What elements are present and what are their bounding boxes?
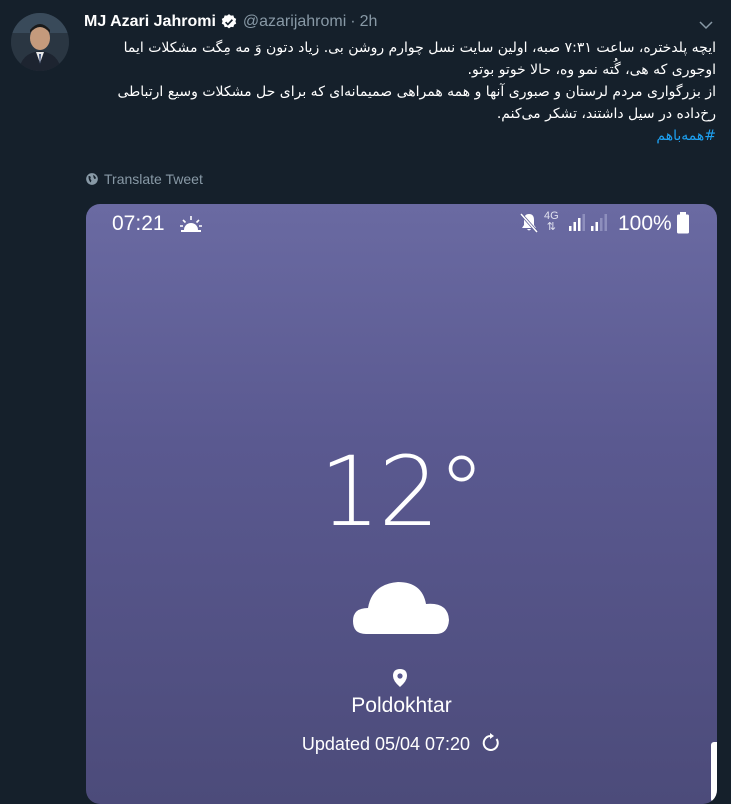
verified-badge-icon [221,14,237,29]
phone-status-time: 07:21 [112,212,165,235]
tweet-text: ایچه پلدختره، ساعت ۷:۳۱ صبه، اولین سایت … [96,37,716,147]
translate-label: Translate Tweet [104,171,203,187]
tweet-header: MJ Azari Jahromi @azarijahromi · 2h [84,11,377,33]
refresh-icon [482,733,499,751]
signal-strength-icon [569,214,585,231]
tweet-time[interactable]: 2h [360,13,378,31]
data-arrows-icon: ⇅ [546,221,556,233]
globe-icon [86,173,98,185]
tweet-text-line-3: از بزرگواری مردم لرستان و صبوری آنها و ه… [117,84,716,100]
network-4g-icon: 4G ⇅ [544,211,559,233]
chevron-down-icon[interactable] [697,16,715,34]
location-name: Poldokhtar [351,694,452,717]
avatar-image [11,13,69,71]
separator-dot: · [350,13,356,30]
battery-percentage: 100% [618,212,672,235]
mute-icon [520,213,538,233]
tweet-text-line-4: رخ‌داده در سیل داشتند، تشکر می‌کنم. [496,106,716,122]
tweet[interactable]: MJ Azari Jahromi @azarijahromi · 2h ایچه… [0,0,731,804]
translate-tweet-link[interactable]: Translate Tweet [85,171,203,187]
avatar[interactable] [11,13,69,71]
scroll-handle [711,742,717,802]
updated-label: Updated 05/04 07:20 [301,734,471,754]
author-handle[interactable]: @azarijahromi [243,13,346,31]
author-name[interactable]: MJ Azari Jahromi [84,13,216,31]
signal-strength-secondary-icon [591,214,607,231]
updated-row: Updated 05/04 07:20 [86,733,717,755]
battery-icon [677,212,689,234]
sunrise-icon [180,216,202,232]
tweet-text-line-1: ایچه پلدختره، ساعت ۷:۳۱ صبه، اولین سایت … [123,40,716,56]
location-pin-icon [393,669,407,687]
tweet-image[interactable]: 07:21 4G ⇅ 100% 12° Poldokhtar Updated 0… [86,204,717,804]
cloud-icon [353,582,449,634]
tweet-text-line-2: اوجوری که هی، گُته نمو وه، حالا خوتو بوت… [467,62,716,78]
temperature: 12° [319,436,485,548]
hashtag-link[interactable]: #همه‌باهم [656,128,716,144]
